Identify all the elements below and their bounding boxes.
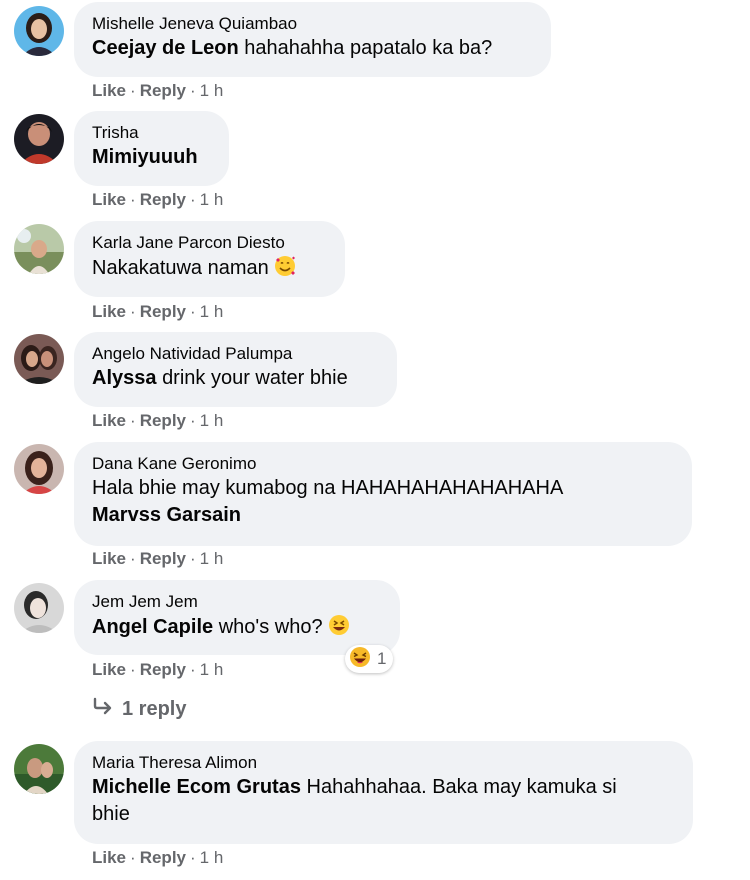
like-button[interactable]: Like — [92, 302, 126, 321]
comment-actions: Like · Reply · 1 h — [92, 660, 224, 679]
comment-text: Hala bhie may kumabog na HAHAHAHAHAHAHAH… — [92, 475, 675, 502]
reply-button[interactable]: Reply — [140, 302, 186, 321]
comment-actions: Like · Reply · 1 h — [92, 848, 224, 867]
timestamp[interactable]: 1 h — [200, 81, 224, 100]
reply-button[interactable]: Reply — [140, 411, 186, 430]
haha-reaction-icon — [349, 646, 371, 673]
comment-author[interactable]: Jem Jem Jem — [92, 591, 383, 613]
avatar-woman-red-icon — [14, 444, 64, 494]
avatar-couple-icon — [14, 334, 64, 384]
comment-author[interactable]: Trisha — [92, 122, 212, 144]
comment-body: Hahahhahaa. Baka may kamuka si — [306, 776, 617, 798]
comment-body-continued: bhie — [92, 803, 130, 825]
comment-body: who's who? — [218, 616, 323, 638]
timestamp[interactable]: 1 h — [200, 848, 224, 867]
avatar-grey-icon — [14, 583, 64, 633]
mention[interactable]: Ceejay de Leon — [92, 37, 239, 59]
smiling-face-with-hearts-icon — [273, 254, 297, 286]
reaction-count: 1 — [377, 649, 387, 668]
avatar[interactable] — [14, 444, 64, 494]
timestamp[interactable]: 1 h — [200, 411, 224, 430]
comment-actions: Like · Reply · 1 h — [92, 190, 224, 209]
like-button[interactable]: Like — [92, 660, 126, 679]
comment-text: Angel Capile who's who? — [92, 613, 383, 645]
comment-bubble: Trisha Mimiyuuuh — [74, 111, 229, 186]
comment-actions: Like · Reply · 1 h — [92, 549, 224, 568]
mention[interactable]: Angel Capile — [92, 616, 213, 638]
reaction-badge[interactable]: 1 — [345, 645, 394, 673]
like-button[interactable]: Like — [92, 549, 126, 568]
avatar[interactable] — [14, 6, 64, 56]
comment-text: Alyssa drink your water bhie — [92, 365, 380, 392]
comment-body: Nakakatuwa naman — [92, 257, 269, 279]
avatar[interactable] — [14, 114, 64, 164]
avatar-dark-icon — [14, 114, 64, 164]
comment-text: Mimiyuuuh — [92, 144, 212, 171]
comment-body: Hala bhie may kumabog na HAHAHAHAHAHAHAH… — [92, 477, 564, 499]
reply-button[interactable]: Reply — [140, 660, 186, 679]
avatar[interactable] — [14, 583, 64, 633]
timestamp[interactable]: 1 h — [200, 660, 224, 679]
reply-arrow-icon — [92, 697, 114, 721]
avatar-outdoor-icon — [14, 224, 64, 274]
comment-actions: Like · Reply · 1 h — [92, 302, 224, 321]
comment-text: Ceejay de Leon hahahahha papatalo ka ba? — [92, 35, 534, 62]
comment-actions: Like · Reply · 1 h — [92, 411, 224, 430]
comment-bubble: Angelo Natividad Palumpa Alyssa drink yo… — [74, 332, 397, 407]
comment-author[interactable]: Maria Theresa Alimon — [92, 752, 676, 774]
avatar[interactable] — [14, 224, 64, 274]
comment-bubble: Dana Kane Geronimo Hala bhie may kumabog… — [74, 442, 692, 546]
like-button[interactable]: Like — [92, 848, 126, 867]
avatar[interactable] — [14, 334, 64, 384]
reply-button[interactable]: Reply — [140, 81, 186, 100]
comment-author[interactable]: Angelo Natividad Palumpa — [92, 343, 380, 365]
mention[interactable]: Mimiyuuuh — [92, 146, 198, 168]
reply-button[interactable]: Reply — [140, 190, 186, 209]
comment-bubble: Maria Theresa Alimon Michelle Ecom Gruta… — [74, 741, 693, 844]
mention[interactable]: Marvss Garsain — [92, 504, 241, 526]
comment-bubble: Mishelle Jeneva Quiambao Ceejay de Leon … — [74, 2, 551, 77]
comment-author[interactable]: Karla Jane Parcon Diesto — [92, 232, 328, 254]
comment-author[interactable]: Mishelle Jeneva Quiambao — [92, 13, 534, 35]
reply-button[interactable]: Reply — [140, 848, 186, 867]
reply-button[interactable]: Reply — [140, 549, 186, 568]
like-button[interactable]: Like — [92, 190, 126, 209]
timestamp[interactable]: 1 h — [200, 302, 224, 321]
comment-body: drink your water bhie — [162, 367, 348, 389]
avatar[interactable] — [14, 744, 64, 794]
comment-body: hahahahha papatalo ka ba? — [244, 37, 493, 59]
timestamp[interactable]: 1 h — [200, 549, 224, 568]
mention[interactable]: Michelle Ecom Grutas — [92, 776, 301, 798]
like-button[interactable]: Like — [92, 411, 126, 430]
avatar-green-icon — [14, 744, 64, 794]
view-replies-label[interactable]: 1 reply — [122, 698, 186, 721]
avatar-woman-blue-icon — [14, 6, 64, 56]
like-button[interactable]: Like — [92, 81, 126, 100]
comment-bubble: Jem Jem Jem Angel Capile who's who? — [74, 580, 400, 655]
timestamp[interactable]: 1 h — [200, 190, 224, 209]
comment-text: Nakakatuwa naman — [92, 254, 328, 286]
grinning-squinting-face-icon — [327, 613, 351, 645]
comment-bubble: Karla Jane Parcon Diesto Nakakatuwa nama… — [74, 221, 345, 297]
comment-actions: Like · Reply · 1 h — [92, 81, 224, 100]
view-replies-link[interactable]: 1 reply — [92, 697, 186, 721]
comment-text-line2: bhie — [92, 801, 676, 828]
comment-text: Michelle Ecom Grutas Hahahhahaa. Baka ma… — [92, 774, 676, 801]
comment-author[interactable]: Dana Kane Geronimo — [92, 453, 675, 475]
comment-text-line2: Marvss Garsain — [92, 502, 675, 529]
mention[interactable]: Alyssa — [92, 367, 157, 389]
